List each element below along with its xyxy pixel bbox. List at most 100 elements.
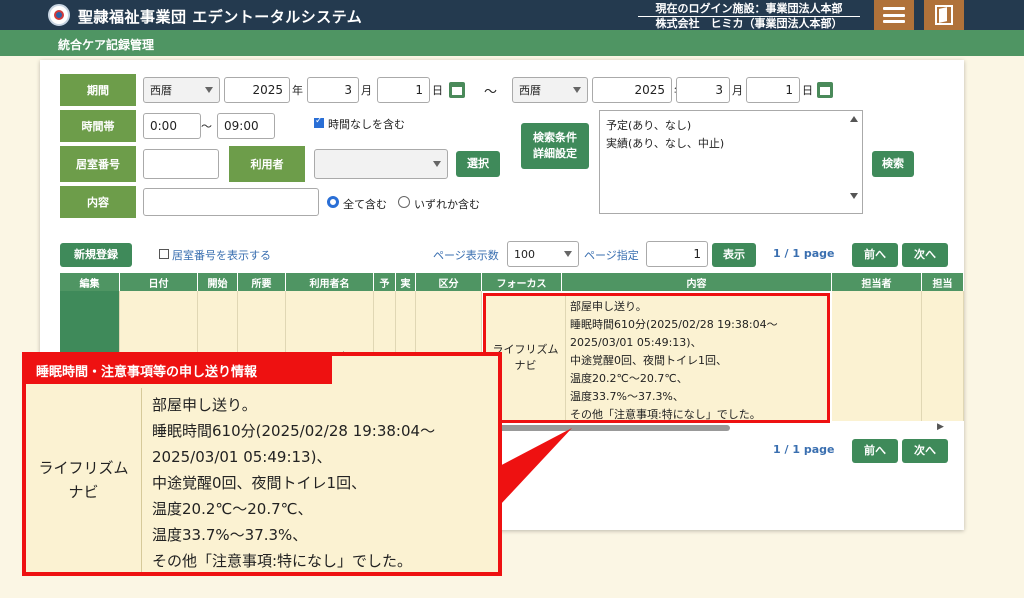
column-header: 内容 bbox=[562, 273, 832, 291]
era-from-select[interactable]: 西暦 bbox=[143, 77, 220, 103]
detail-settings-button[interactable]: 検索条件 詳細設定 bbox=[521, 123, 589, 169]
user-label: 利用者 bbox=[229, 146, 305, 182]
new-entry-button[interactable]: 新規登録 bbox=[60, 243, 132, 267]
callout-title: 睡眠時間・注意事項等の申し送り情報 bbox=[26, 356, 332, 384]
radio-any[interactable] bbox=[398, 196, 410, 208]
time-label: 時間帯 bbox=[60, 110, 136, 142]
month-unit: 月 bbox=[732, 84, 743, 97]
month-unit: 月 bbox=[361, 84, 372, 97]
chevron-down-icon bbox=[564, 251, 572, 257]
content-input[interactable] bbox=[143, 188, 319, 216]
login-info: 現在のログイン施設：事業団法人本部 株式会社 ヒミカ（事業団法人本部） bbox=[638, 2, 860, 30]
column-header: 開始 bbox=[198, 273, 238, 291]
staff-cell bbox=[832, 291, 922, 421]
scroll-down-icon[interactable] bbox=[850, 193, 858, 199]
content-line: 睡眠時間610分(2025/02/28 19:38:04～ bbox=[570, 318, 778, 331]
next-button-bottom[interactable]: 次へ bbox=[902, 439, 948, 463]
user-select[interactable] bbox=[314, 149, 448, 179]
select-button[interactable]: 選択 bbox=[456, 151, 500, 177]
calendar-icon[interactable] bbox=[817, 82, 833, 98]
login-facility: 現在のログイン施設：事業団法人本部 bbox=[638, 2, 860, 17]
month-to-input[interactable]: 3 bbox=[676, 77, 730, 103]
day-to-input[interactable]: 1 bbox=[746, 77, 800, 103]
callout-focus-text: ライフリズム ナビ bbox=[38, 459, 129, 501]
logout-button[interactable] bbox=[924, 0, 964, 30]
radio-all[interactable] bbox=[327, 196, 339, 208]
column-header: 担当 bbox=[922, 273, 964, 291]
search-button[interactable]: 検索 bbox=[872, 151, 914, 177]
content-line: 2025/03/01 05:49:13)、 bbox=[570, 336, 702, 349]
time-to-input[interactable]: 09:00 bbox=[217, 113, 275, 139]
page-size-label: ページ表示数 bbox=[433, 249, 499, 262]
page-subheader: 統合ケア記録管理 bbox=[0, 30, 1024, 56]
era-from-value: 西暦 bbox=[150, 84, 172, 97]
callout-focus: ライフリズム ナビ bbox=[26, 388, 142, 572]
content-line: 温度20.2℃～20.7℃、 bbox=[570, 372, 688, 385]
day-unit: 日 bbox=[802, 84, 813, 97]
year-unit: 年 bbox=[292, 84, 303, 97]
door-icon bbox=[935, 5, 953, 25]
show-button[interactable]: 表示 bbox=[712, 243, 756, 267]
chevron-down-icon bbox=[205, 87, 213, 93]
scroll-up-icon[interactable] bbox=[850, 116, 858, 122]
prev-button[interactable]: 前へ bbox=[852, 243, 898, 267]
next-button[interactable]: 次へ bbox=[902, 243, 948, 267]
month-from-input[interactable]: 3 bbox=[307, 77, 359, 103]
column-header: 利用者名 bbox=[286, 273, 374, 291]
content-line: 温度33.7%～37.3%、 bbox=[570, 390, 684, 403]
page-info: 1 / 1 page bbox=[773, 247, 835, 260]
room-input[interactable] bbox=[143, 149, 219, 179]
callout-line: 部屋申し送り。 bbox=[152, 396, 257, 414]
time-separator: ～ bbox=[201, 120, 212, 133]
show-room-label: 居室番号を表示する bbox=[172, 249, 271, 262]
callout-line: 温度20.2℃～20.7℃、 bbox=[152, 500, 313, 518]
column-header: フォーカス bbox=[482, 273, 562, 291]
column-header: 区分 bbox=[416, 273, 482, 291]
content-line: 中途覚醒0回、夜間トイレ1回、 bbox=[570, 354, 727, 367]
show-room-checkbox[interactable] bbox=[159, 249, 169, 259]
listbox-option[interactable]: 実績(あり、なし、中止) bbox=[606, 135, 856, 153]
content-cell: 部屋申し送り。 睡眠時間610分(2025/02/28 19:38:04～ 20… bbox=[570, 298, 778, 424]
range-separator: ～ bbox=[484, 85, 498, 100]
year-to-input[interactable]: 2025 bbox=[592, 77, 672, 103]
column-header: 予 bbox=[374, 273, 396, 291]
period-label: 期間 bbox=[60, 74, 136, 106]
page-info-bottom: 1 / 1 page bbox=[773, 443, 835, 456]
login-company: 株式会社 ヒミカ（事業団法人本部） bbox=[655, 17, 843, 30]
page-spec-label: ページ指定 bbox=[584, 249, 639, 262]
column-header: 編集 bbox=[60, 273, 120, 291]
era-to-select[interactable]: 西暦 bbox=[512, 77, 588, 103]
calendar-icon[interactable] bbox=[449, 82, 465, 98]
year-from-input[interactable]: 2025 bbox=[224, 77, 290, 103]
prev-button-bottom[interactable]: 前へ bbox=[852, 439, 898, 463]
era-to-value: 西暦 bbox=[519, 84, 541, 97]
page-size-select[interactable]: 100 bbox=[507, 241, 579, 267]
staff-cell bbox=[922, 291, 964, 421]
content-label: 内容 bbox=[60, 186, 136, 218]
zoom-callout: 睡眠時間・注意事項等の申し送り情報 ライフリズム ナビ 部屋申し送り。 睡眠時間… bbox=[22, 352, 502, 576]
time-from-input[interactable]: 0:00 bbox=[143, 113, 201, 139]
page-size-value: 100 bbox=[514, 247, 535, 261]
content-line: 部屋申し送り。 bbox=[570, 300, 647, 313]
logo-icon bbox=[48, 4, 70, 26]
horizontal-scrollbar[interactable] bbox=[480, 425, 730, 431]
scroll-right-icon[interactable]: ▶ bbox=[937, 422, 944, 432]
column-header: 日付 bbox=[120, 273, 198, 291]
callout-line: 中途覚醒0回、夜間トイレ1回、 bbox=[152, 474, 367, 492]
callout-line: 睡眠時間610分(2025/02/28 19:38:04～ bbox=[152, 422, 436, 440]
callout-line: 2025/03/01 05:49:13)、 bbox=[152, 448, 332, 466]
listbox-option[interactable]: 予定(あり、なし) bbox=[606, 117, 856, 135]
page-title: 統合ケア記録管理 bbox=[58, 38, 155, 52]
detail-line1: 検索条件 bbox=[533, 131, 577, 144]
app-title: 聖隷福祉事業団 エデントータルシステム bbox=[78, 8, 363, 26]
no-time-checkbox[interactable] bbox=[314, 116, 324, 128]
day-from-input[interactable]: 1 bbox=[377, 77, 430, 103]
radio-any-label: いずれか含む bbox=[414, 198, 480, 211]
day-unit: 日 bbox=[432, 84, 443, 97]
page-input[interactable]: 1 bbox=[646, 241, 708, 267]
status-listbox[interactable]: 予定(あり、なし) 実績(あり、なし、中止) bbox=[599, 110, 863, 214]
menu-button[interactable] bbox=[874, 0, 914, 30]
column-header: 実 bbox=[396, 273, 416, 291]
highlighted-record: ライフリズム ナビ 部屋申し送り。 睡眠時間610分(2025/02/28 19… bbox=[483, 293, 830, 423]
room-label: 居室番号 bbox=[60, 146, 136, 182]
